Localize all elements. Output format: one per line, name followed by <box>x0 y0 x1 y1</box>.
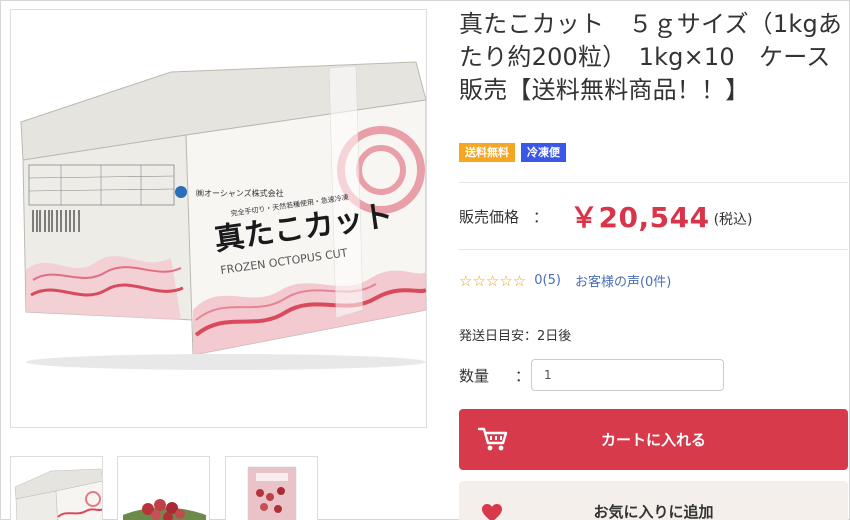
tax-note: (税込) <box>713 212 753 228</box>
cart-icon <box>477 427 508 451</box>
quantity-colon: ： <box>515 366 531 385</box>
price-row: 販売価格 ： ￥20,544 (税込) <box>459 193 848 239</box>
price-colon: ： <box>533 207 549 226</box>
review-row: ☆☆☆☆☆ 0(5) お客様の声(0件) <box>459 271 671 291</box>
divider <box>459 182 848 183</box>
box-maker-text: ㈱オーシャンズ株式会社 <box>196 188 284 198</box>
rating-stars-icon: ☆☆☆☆☆ <box>459 271 527 290</box>
add-to-cart-button[interactable]: カートに入れる <box>459 409 848 470</box>
quantity-row: 数量 ： <box>459 359 759 391</box>
add-to-cart-label: カートに入れる <box>600 431 706 449</box>
customer-reviews-link[interactable]: お客様の声(0件) <box>575 271 671 290</box>
product-badges: 送料無料 冷凍便 <box>459 143 566 162</box>
free-shipping-badge: 送料無料 <box>459 143 515 162</box>
heart-icon <box>482 504 502 520</box>
price-value: ￥20,544 <box>570 201 710 234</box>
thumbnail-package[interactable] <box>225 456 318 520</box>
thumbnail-octopus-plate[interactable] <box>117 456 210 520</box>
review-count-link[interactable]: 0(5) <box>534 273 561 288</box>
quantity-input[interactable] <box>531 359 724 391</box>
divider <box>459 249 848 250</box>
product-title: 真たこカット ５ｇサイズ（1kgあたり約200粒） 1kg×10 ケース販売【送… <box>459 10 843 104</box>
price-label: 販売価格 <box>459 207 520 226</box>
thumbnail-octopus-plate-image <box>118 457 209 520</box>
shipping-label: 発送日目安： <box>459 329 538 344</box>
add-to-favorites-button[interactable]: お気に入りに追加 <box>459 481 848 520</box>
frozen-shipping-badge: 冷凍便 <box>521 143 566 162</box>
product-box-illustration: ㈱オーシャンズ株式会社 完全手切り・天然若種使用・急速冷凍 真たこカット FRO… <box>11 10 426 427</box>
thumbnail-box-image <box>11 457 102 520</box>
thumbnail-box[interactable] <box>10 456 103 520</box>
add-to-favorites-label: お気に入りに追加 <box>593 503 714 520</box>
shipping-value: 2日後 <box>537 329 572 344</box>
main-product-image[interactable]: ㈱オーシャンズ株式会社 完全手切り・天然若種使用・急速冷凍 真たこカット FRO… <box>10 9 427 428</box>
thumbnail-package-image <box>226 457 317 520</box>
quantity-label: 数量 <box>459 366 490 385</box>
shipping-estimate: 発送日目安： 2日後 <box>459 325 571 344</box>
